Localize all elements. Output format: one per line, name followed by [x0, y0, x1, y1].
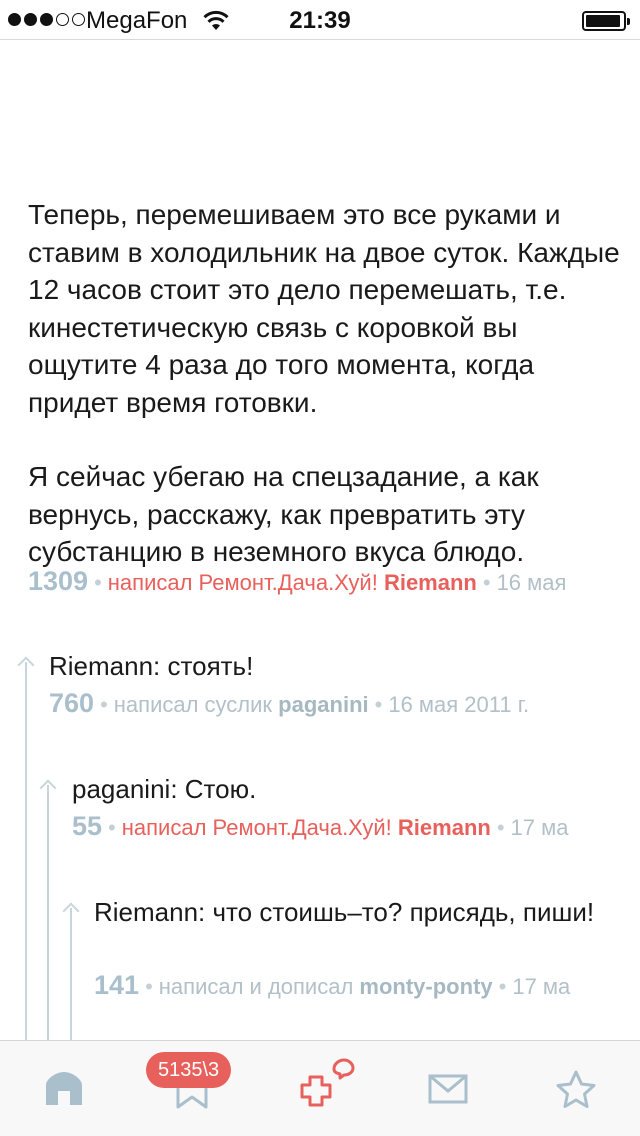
- post-body: Теперь, перемешиваем это все руками и ст…: [28, 196, 628, 571]
- thread-line: [47, 785, 49, 1040]
- tab-home[interactable]: [0, 1041, 128, 1136]
- comment-meta: 55 • написал Ремонт.Дача.Хуй! Riemann • 17 м…: [72, 811, 568, 842]
- comment-written-by: написал и дописал: [158, 974, 354, 999]
- separator: •: [108, 815, 116, 840]
- separator: •: [482, 570, 491, 595]
- clock: 21:39: [289, 7, 351, 34]
- tab-bar: [0, 1040, 640, 1136]
- comment-text: Riemann: что стоишь–то? присядь, пиши!: [94, 897, 595, 927]
- post-written-by: написал Ремонт.Дача.Хуй!: [107, 570, 378, 595]
- comment-meta: 141 • написал и дописал monty-ponty • 17 ма: [94, 970, 570, 1001]
- star-icon: [556, 1070, 596, 1108]
- reply-arrow-icon[interactable]: [17, 656, 35, 674]
- tab-add-post[interactable]: [256, 1041, 384, 1136]
- separator: •: [100, 692, 108, 717]
- comment-written-by: написал суслик: [113, 692, 273, 717]
- comment-author-link[interactable]: Riemann: [398, 815, 491, 840]
- separator: •: [496, 815, 505, 840]
- tab-favorites[interactable]: [512, 1041, 640, 1136]
- thread-line: [25, 662, 27, 1040]
- comment-text: paganini: Стою.: [72, 774, 257, 804]
- post-paragraph: Я сейчас убегаю на спецзадание, а как ве…: [28, 461, 539, 567]
- post-date: 16 мая: [496, 570, 567, 595]
- post-paragraph: Теперь, перемешиваем это все руками и ст…: [28, 199, 620, 418]
- battery-icon: [582, 11, 630, 31]
- comment-text: Riemann: стоять!: [49, 651, 254, 681]
- reply-arrow-icon[interactable]: [39, 779, 57, 797]
- comment-score[interactable]: 760: [49, 688, 94, 718]
- notifications-badge[interactable]: 5135\3: [146, 1052, 232, 1088]
- status-bar: MegaFon 21:39: [0, 0, 640, 40]
- separator: •: [94, 570, 102, 595]
- separator: •: [374, 692, 383, 717]
- post-author-link[interactable]: Riemann: [384, 570, 477, 595]
- comment-date: 16 мая 2011 г.: [388, 692, 530, 717]
- comment-date: 17 ма: [512, 974, 571, 999]
- comment-date: 17 ма: [510, 815, 569, 840]
- post-score[interactable]: 1309: [28, 566, 88, 596]
- comment-author-link[interactable]: monty-ponty: [359, 974, 492, 999]
- separator: •: [498, 974, 507, 999]
- tab-messages[interactable]: [384, 1041, 512, 1136]
- reply-arrow-icon[interactable]: [62, 902, 80, 920]
- home-icon: [46, 1072, 82, 1105]
- post-meta: 1309 • написал Ремонт.Дача.Хуй! Riemann • 16…: [28, 566, 566, 597]
- add-post-icon: [300, 1058, 355, 1107]
- status-divider: [0, 39, 640, 40]
- comment-written-by: написал Ремонт.Дача.Хуй!: [121, 815, 392, 840]
- comment-score[interactable]: 55: [72, 811, 102, 841]
- comment-author-link[interactable]: paganini: [278, 692, 368, 717]
- comment-meta: 760 • написал суслик paganini • 16 мая 2011 …: [49, 688, 529, 719]
- comment-score[interactable]: 141: [94, 970, 139, 1000]
- separator: •: [145, 974, 153, 999]
- mail-icon: [428, 1074, 468, 1104]
- thread-line: [70, 908, 72, 1040]
